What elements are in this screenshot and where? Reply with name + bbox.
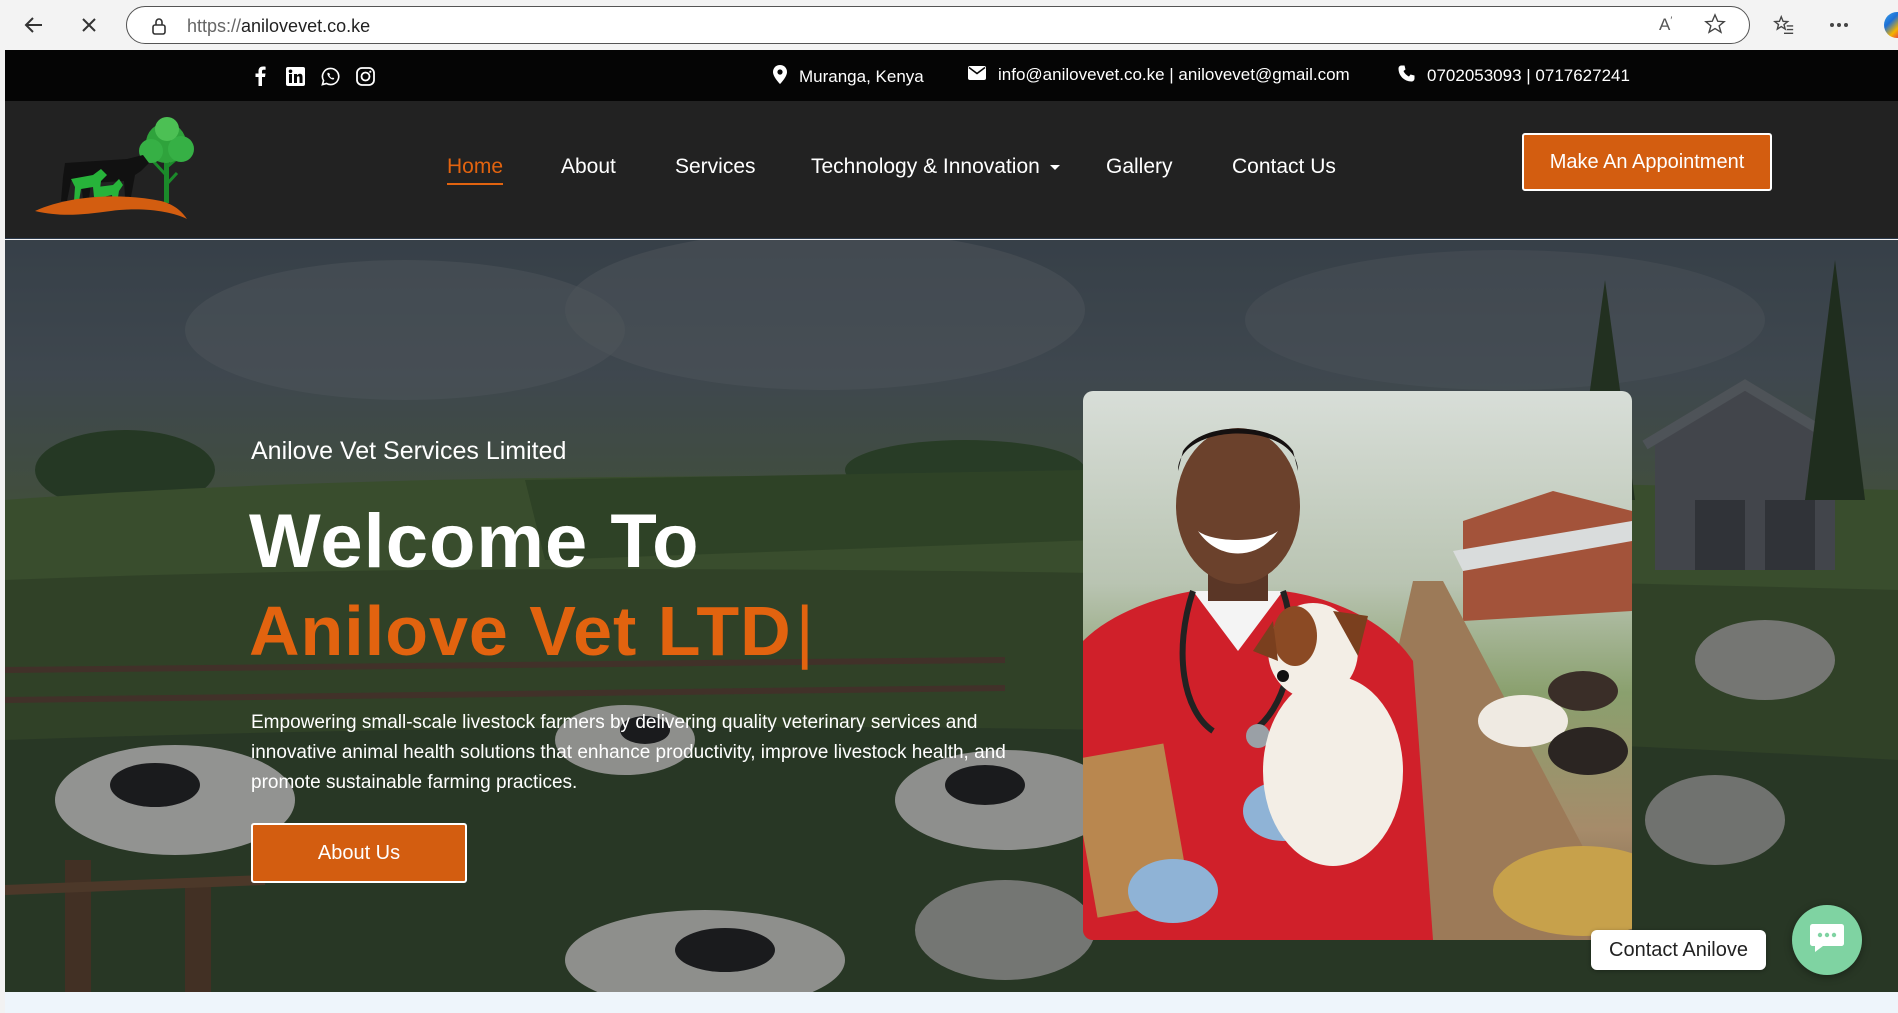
lock-icon[interactable] xyxy=(151,17,167,40)
address-bar[interactable]: https://anilovevet.co.ke A′ xyxy=(126,6,1750,44)
nav-technology-innovation[interactable]: Technology & Innovation xyxy=(811,155,1060,179)
web-page: Muranga, Kenya info@anilovevet.co.ke | a… xyxy=(5,50,1898,1013)
instagram-icon[interactable] xyxy=(355,66,375,86)
read-aloud-label: A xyxy=(1659,15,1671,34)
nav-about[interactable]: About xyxy=(561,155,616,179)
more-options-icon[interactable] xyxy=(1822,9,1856,41)
nav-gallery[interactable]: Gallery xyxy=(1106,155,1173,179)
browser-toolbar: https://anilovevet.co.ke A′ xyxy=(0,0,1898,50)
favorites-icon[interactable] xyxy=(1767,9,1801,41)
typing-cursor: | xyxy=(795,592,815,670)
dropdown-caret-icon xyxy=(1049,164,1060,170)
location-info: Muranga, Kenya xyxy=(773,65,924,89)
location-text: Muranga, Kenya xyxy=(799,67,924,86)
make-appointment-button[interactable]: Make An Appointment xyxy=(1522,133,1772,191)
anilove-logo[interactable] xyxy=(31,115,201,229)
hero-heading: Welcome To xyxy=(249,499,700,584)
whatsapp-icon[interactable] xyxy=(320,66,340,86)
read-aloud-icon[interactable]: A′ xyxy=(1659,15,1672,35)
hero-brand-heading: Anilove Vet LTD| xyxy=(249,591,815,671)
url-text: https://anilovevet.co.ke xyxy=(187,16,370,37)
stop-loading-icon[interactable] xyxy=(72,9,106,41)
chat-widget-label[interactable]: Contact Anilove xyxy=(1591,930,1766,970)
vet-with-puppy-photo xyxy=(1083,391,1632,940)
hero-description: Empowering small-scale livestock farmers… xyxy=(251,712,1006,793)
next-section-strip xyxy=(5,992,1898,1013)
nav-technology-label: Technology & Innovation xyxy=(811,155,1040,178)
chat-bubble-icon xyxy=(1809,922,1845,959)
phone-text[interactable]: 0702053093 | 0717627241 xyxy=(1427,66,1630,86)
url-scheme: https:// xyxy=(187,16,242,36)
map-pin-icon xyxy=(773,65,787,89)
phone-info[interactable]: 0702053093 | 0717627241 xyxy=(1398,65,1630,87)
favorite-star-icon[interactable] xyxy=(1704,13,1726,40)
back-icon[interactable] xyxy=(17,9,51,41)
brand-text: Anilove Vet LTD xyxy=(249,592,792,670)
url-host: anilovevet.co.ke xyxy=(241,16,371,36)
phone-icon xyxy=(1398,65,1415,87)
chat-bubble-button[interactable] xyxy=(1792,905,1862,975)
nav-contact-us[interactable]: Contact Us xyxy=(1232,155,1336,179)
envelope-icon xyxy=(968,65,986,85)
nav-home[interactable]: Home xyxy=(447,155,504,185)
email-text[interactable]: info@anilovevet.co.ke | anilovevet@gmail… xyxy=(998,65,1350,85)
top-contact-bar: Muranga, Kenya info@anilovevet.co.ke | a… xyxy=(5,50,1898,101)
email-info[interactable]: info@anilovevet.co.ke | anilovevet@gmail… xyxy=(968,65,1350,85)
about-us-button[interactable]: About Us xyxy=(251,823,467,883)
site-header: Home About Services Technology & Innovat… xyxy=(5,101,1898,239)
linkedin-icon[interactable] xyxy=(285,66,305,86)
hero-subtitle: Anilove Vet Services Limited xyxy=(251,437,567,465)
hero-section: Anilove Vet Services Limited Welcome To … xyxy=(5,240,1898,992)
facebook-icon[interactable] xyxy=(250,66,270,86)
nav-services[interactable]: Services xyxy=(675,155,756,179)
copilot-icon[interactable] xyxy=(1884,12,1898,38)
